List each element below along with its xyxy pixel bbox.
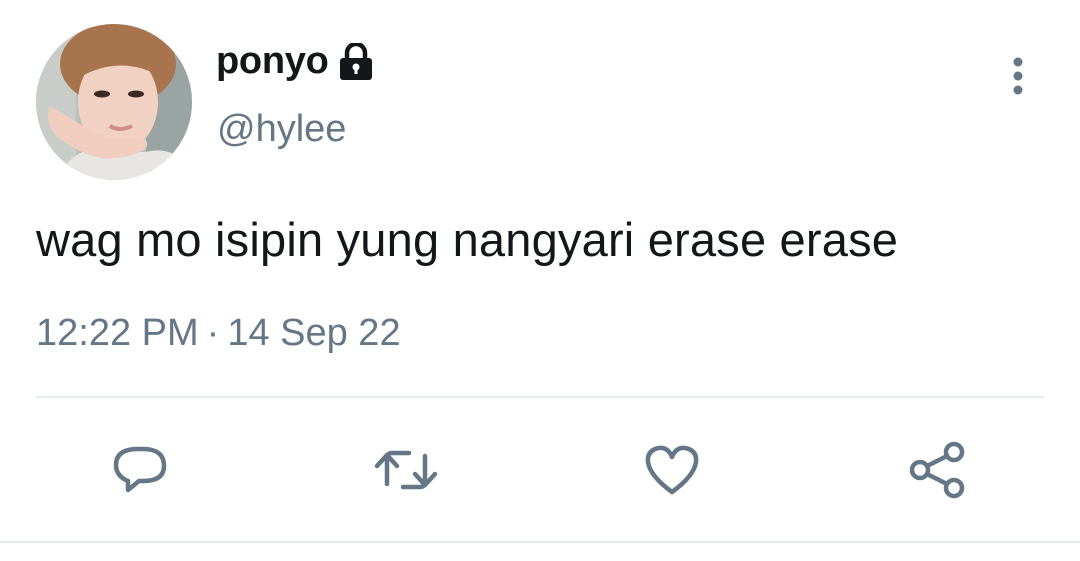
reply-button[interactable] [106,436,174,504]
tweet-date: 14 Sep 22 [227,312,401,354]
tweet-time: 12:22 PM [36,312,199,354]
display-name[interactable]: ponyo [216,40,329,83]
more-vertical-icon[interactable] [1000,52,1036,100]
lock-icon [338,41,374,81]
avatar-image [36,24,192,180]
like-button[interactable] [638,436,706,504]
meta-separator: · [206,312,220,354]
author-name-row: ponyo [216,40,374,83]
heart-icon [645,445,699,495]
user-handle[interactable]: @hylee [217,108,346,151]
retweet-button[interactable] [372,436,440,504]
bottom-divider [0,541,1080,543]
avatar[interactable] [36,24,192,180]
share-button[interactable] [904,436,972,504]
reply-icon [113,446,167,493]
share-icon [909,441,965,499]
tweet-timestamp[interactable]: 12:22 PM · 14 Sep 22 [36,312,401,355]
tweet-text: wag mo isipin yung nangyari erase erase [36,213,899,266]
action-bar [0,436,1080,506]
retweet-icon [374,450,438,490]
divider [36,396,1044,398]
